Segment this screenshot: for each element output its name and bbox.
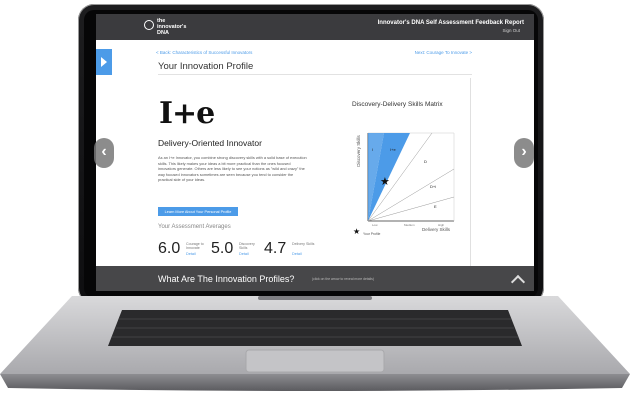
score-label: Discovery Skills: [239, 242, 255, 251]
scroll-track[interactable]: [470, 78, 471, 274]
legend-star-icon: ★: [353, 227, 361, 236]
score-value: 6.0: [158, 240, 181, 257]
logo-line-3: DNA: [157, 30, 169, 36]
report-title: Innovator's DNA Self Assessment Feedback…: [377, 20, 524, 26]
sign-out-link[interactable]: Sign Out: [502, 28, 520, 33]
profile-marker-star: ★: [380, 175, 390, 188]
carousel-prev-button[interactable]: ‹: [94, 138, 114, 168]
profiles-footer[interactable]: What Are The Innovation Profiles? (click…: [96, 266, 534, 291]
logo: the innovator's DNA: [144, 18, 190, 38]
region-label-d: D: [424, 159, 427, 164]
carousel-next-button[interactable]: ›: [514, 138, 534, 168]
score-label: Courage to Innovate: [186, 242, 204, 251]
footer-hint: (click on the arrow to reveal more detai…: [312, 277, 374, 281]
matrix-y-label: Discovery Skills: [356, 135, 361, 167]
matrix-x-label: Delivery Skills: [422, 227, 451, 232]
profile-name: Delivery-Oriented Innovator: [158, 138, 262, 148]
app-header: the innovator's DNA Innovator's DNA Self…: [96, 14, 534, 40]
next-link[interactable]: Next: Courage To Innovate >: [415, 50, 472, 55]
chevron-up-icon[interactable]: [510, 274, 526, 290]
score-value: 4.7: [264, 240, 287, 257]
averages-title: Your Assessment Averages: [158, 224, 231, 230]
laptop-base: [0, 296, 630, 391]
region-label-di: D+i: [430, 184, 436, 189]
play-arrow-icon: [101, 57, 107, 67]
profile-description: As an I+e Innovator, you combine strong …: [158, 155, 307, 183]
back-link[interactable]: < Back: Characteristics of Successful In…: [156, 50, 252, 55]
skills-matrix: Discovery Skills I I+e D D+i E ★ Low Med…: [356, 132, 455, 227]
learn-more-button[interactable]: Learn More About Your Personal Profile: [158, 207, 238, 216]
score-label: Delivery Skills: [292, 242, 315, 246]
score-detail-link[interactable]: Detail: [292, 252, 302, 256]
profile-glyph: I+e: [159, 96, 215, 131]
matrix-title: Discovery-Delivery Skills Matrix: [352, 101, 443, 108]
footer-title: What Are The Innovation Profiles?: [158, 274, 295, 284]
chevron-right-icon: ›: [521, 143, 527, 160]
region-label-i: I: [372, 147, 373, 152]
trackpad[interactable]: [245, 349, 385, 373]
score-detail-link[interactable]: Detail: [186, 252, 196, 256]
logo-text: the innovator's DNA: [157, 18, 186, 36]
x-tick-low: Low: [372, 223, 378, 227]
screen: the innovator's DNA Innovator's DNA Self…: [96, 14, 534, 291]
region-label-e: E: [434, 204, 437, 209]
region-label-ie: I+e: [390, 147, 396, 152]
score-value: 5.0: [211, 240, 234, 257]
page-title: Your Innovation Profile: [158, 61, 254, 72]
x-tick-medium: Medium: [404, 223, 415, 227]
chevron-left-icon: ‹: [101, 143, 107, 160]
logo-mark: [144, 20, 154, 30]
legend-label: Your Profile: [363, 232, 381, 236]
title-divider: [158, 74, 472, 75]
keyboard: [108, 310, 522, 346]
side-menu-tab[interactable]: [96, 49, 112, 75]
score-detail-link[interactable]: Detail: [239, 252, 249, 256]
